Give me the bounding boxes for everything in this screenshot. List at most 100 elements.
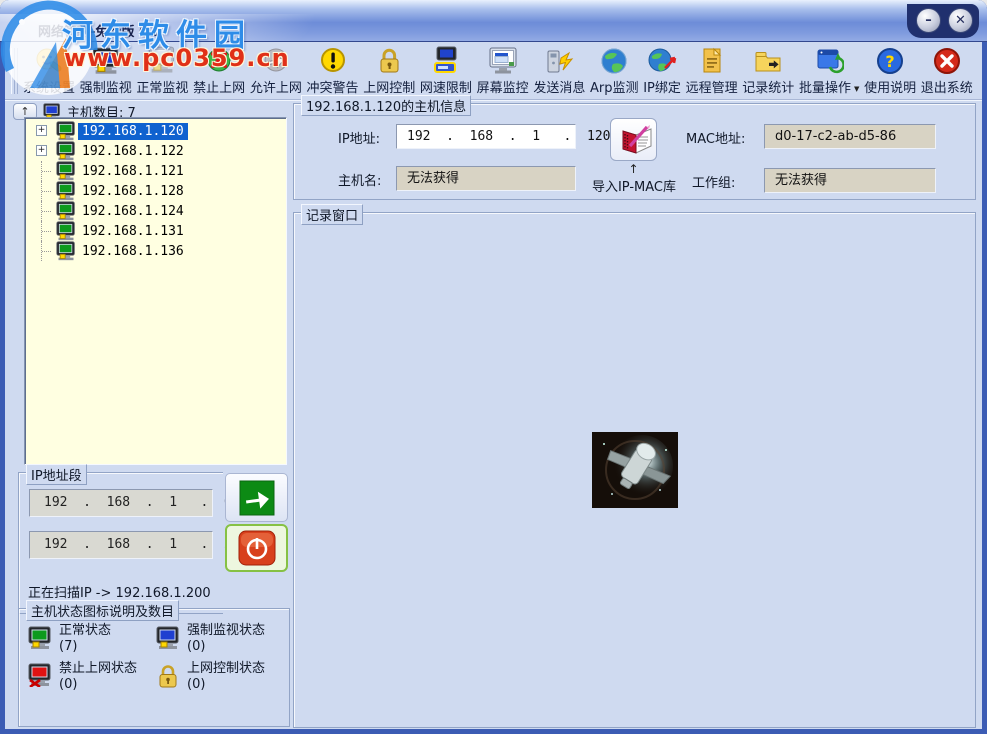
toolbar-button-help[interactable]: ?使用说明 bbox=[863, 44, 917, 98]
tree-item[interactable]: 192.168.1.124 bbox=[27, 201, 284, 221]
ip-range-start-field[interactable]: 192 . 168 . 1 . 0 bbox=[29, 489, 213, 517]
globe-pin-icon bbox=[647, 46, 677, 76]
ip-input[interactable]: 192 . 168 . 1 . 120 bbox=[396, 124, 576, 149]
toolbar-button-system-settings[interactable]: 系统设置 bbox=[22, 44, 76, 98]
start-scan-button[interactable] bbox=[225, 473, 288, 522]
toolbar-grip[interactable] bbox=[11, 48, 18, 94]
minimize-button[interactable]: – bbox=[916, 8, 941, 33]
stop-scan-button[interactable] bbox=[225, 524, 288, 572]
legend-title: 主机状态图标说明及数目 bbox=[26, 600, 179, 621]
toolbar-button-ip-binding[interactable]: IP绑定 bbox=[642, 44, 682, 98]
expand-plus-icon[interactable]: + bbox=[36, 145, 47, 156]
toolbar-button-allow-internet[interactable]: 允许上网 bbox=[249, 44, 303, 98]
toolbar-button-batch-ops[interactable]: 批量操作▼ bbox=[798, 44, 860, 98]
tree-gutter bbox=[27, 241, 54, 261]
toolbar-button-send-message[interactable]: 发送消息 bbox=[532, 44, 586, 98]
monitor-blue-icon bbox=[91, 46, 121, 76]
toolbar-button-label: 正常监视 bbox=[136, 77, 188, 96]
lock-icon bbox=[374, 46, 404, 76]
dropdown-caret-icon[interactable]: ▼ bbox=[854, 82, 859, 96]
tree-item-ip[interactable]: 192.168.1.120 bbox=[78, 123, 188, 140]
mac-label: MAC地址: bbox=[686, 128, 745, 147]
status-legend-group: 主机状态图标说明及数目 正常状态(7)强制监视状态(0)禁止上网状态(0)上网控… bbox=[18, 608, 290, 727]
monitor-green-icon bbox=[54, 241, 78, 261]
exit-icon bbox=[932, 46, 962, 76]
toolbar-button-label: 网速限制 bbox=[420, 77, 472, 96]
satellite-image bbox=[592, 432, 678, 508]
toolbar-button-force-monitor[interactable]: 强制监视 bbox=[79, 44, 133, 98]
legend-count: (0) bbox=[187, 677, 265, 693]
toolbar-button-internet-control[interactable]: 上网控制 bbox=[362, 44, 416, 98]
toolbar-button-label: 远程管理 bbox=[686, 77, 738, 96]
ip-range-end-field[interactable]: 192 . 168 . 1 . 255 bbox=[29, 531, 213, 559]
ip-range-title: IP地址段 bbox=[26, 464, 87, 485]
toolbar-button-label: 系统设置 bbox=[23, 77, 75, 96]
legend-count: (0) bbox=[187, 639, 265, 655]
document-icon bbox=[697, 46, 727, 76]
legend-label: 禁止上网状态 bbox=[59, 661, 137, 677]
tree-item[interactable]: 192.168.1.121 bbox=[27, 161, 284, 181]
close-button[interactable]: ✕ bbox=[948, 8, 973, 33]
monitor-gray-icon bbox=[147, 46, 177, 76]
toolbar-items: 系统设置强制监视正常监视禁止上网允许上网冲突警告上网控制网速限制屏幕监控发送消息… bbox=[22, 44, 974, 98]
monitor-green-icon bbox=[27, 625, 53, 651]
toolbar-button-conflict-warning[interactable]: 冲突警告 bbox=[306, 44, 360, 98]
monitor-green-icon bbox=[54, 201, 78, 221]
tree-item[interactable]: 192.168.1.128 bbox=[27, 181, 284, 201]
power-stop-icon bbox=[238, 530, 276, 566]
message-icon bbox=[544, 46, 574, 76]
tree-gutter bbox=[27, 221, 54, 241]
tree-item-ip[interactable]: 192.168.1.121 bbox=[78, 163, 188, 180]
tree-line bbox=[42, 191, 51, 192]
monitor-green-icon bbox=[54, 221, 78, 241]
toolbar-button-arp-monitor[interactable]: Arp监测 bbox=[589, 44, 640, 98]
tree-item[interactable]: +192.168.1.120 bbox=[27, 121, 284, 141]
toolbar-button-speed-limit[interactable]: 网速限制 bbox=[419, 44, 473, 98]
toolbar-button-label: 强制监视 bbox=[80, 77, 132, 96]
tree-line bbox=[42, 231, 51, 232]
tree-gutter: + bbox=[27, 121, 54, 141]
legend-item: 强制监视状态(0) bbox=[155, 623, 283, 655]
import-label: 导入IP-MAC库 bbox=[586, 176, 682, 195]
toolbar-button-screen-monitor[interactable]: 屏幕监控 bbox=[476, 44, 530, 98]
import-arrow: ↑ bbox=[610, 162, 657, 176]
tree-item-ip[interactable]: 192.168.1.136 bbox=[78, 243, 188, 260]
workgroup-field: 无法获得 bbox=[764, 168, 936, 193]
monitor-red-x-icon bbox=[27, 663, 53, 689]
window-title: 网络智豹-免费版 6.1 bbox=[38, 21, 162, 40]
tree-item-ip[interactable]: 192.168.1.131 bbox=[78, 223, 188, 240]
hostname-field: 无法获得 bbox=[396, 166, 576, 191]
toolbar-button-label: 上网控制 bbox=[363, 77, 415, 96]
expand-plus-icon[interactable]: + bbox=[36, 125, 47, 136]
host-tree: +192.168.1.120+192.168.1.122192.168.1.12… bbox=[24, 117, 287, 465]
legend-item: 正常状态(7) bbox=[27, 623, 155, 655]
legend-label: 上网控制状态 bbox=[187, 661, 265, 677]
toolbar-button-label: 允许上网 bbox=[250, 77, 302, 96]
tree-item[interactable]: 192.168.1.136 bbox=[27, 241, 284, 261]
settings-icon bbox=[34, 46, 64, 76]
warning-icon bbox=[318, 46, 348, 76]
legend-item: 上网控制状态(0) bbox=[155, 661, 283, 693]
tree-gutter bbox=[27, 161, 54, 181]
workgroup-label: 工作组: bbox=[692, 172, 735, 191]
import-ip-mac-button[interactable] bbox=[610, 118, 657, 161]
tree-item-ip[interactable]: 192.168.1.128 bbox=[78, 183, 188, 200]
monitor-green-icon bbox=[54, 181, 78, 201]
tree-item[interactable]: 192.168.1.131 bbox=[27, 221, 284, 241]
toolbar-button-record-stats[interactable]: 记录统计 bbox=[741, 44, 795, 98]
toolbar-button-remote-manage[interactable]: 远程管理 bbox=[685, 44, 739, 98]
toolbar-button-label: 批量操作▼ bbox=[799, 77, 859, 96]
tree-item-ip[interactable]: 192.168.1.122 bbox=[78, 143, 188, 160]
globe-icon bbox=[599, 46, 629, 76]
tree-item-ip[interactable]: 192.168.1.124 bbox=[78, 203, 188, 220]
record-window-group: 记录窗口 bbox=[293, 212, 976, 728]
toolbar-button-normal-monitor[interactable]: 正常监视 bbox=[135, 44, 189, 98]
toolbar-button-exit[interactable]: 退出系统 bbox=[920, 44, 974, 98]
legend-item: 禁止上网状态(0) bbox=[27, 661, 155, 693]
toolbar-button-block-internet[interactable]: 禁止上网 bbox=[192, 44, 246, 98]
toolbar-button-label: 退出系统 bbox=[921, 77, 973, 96]
help-icon: ? bbox=[875, 46, 905, 76]
tree-item[interactable]: +192.168.1.122 bbox=[27, 141, 284, 161]
monitor-green-icon bbox=[54, 141, 78, 161]
hostname-label: 主机名: bbox=[338, 170, 381, 189]
